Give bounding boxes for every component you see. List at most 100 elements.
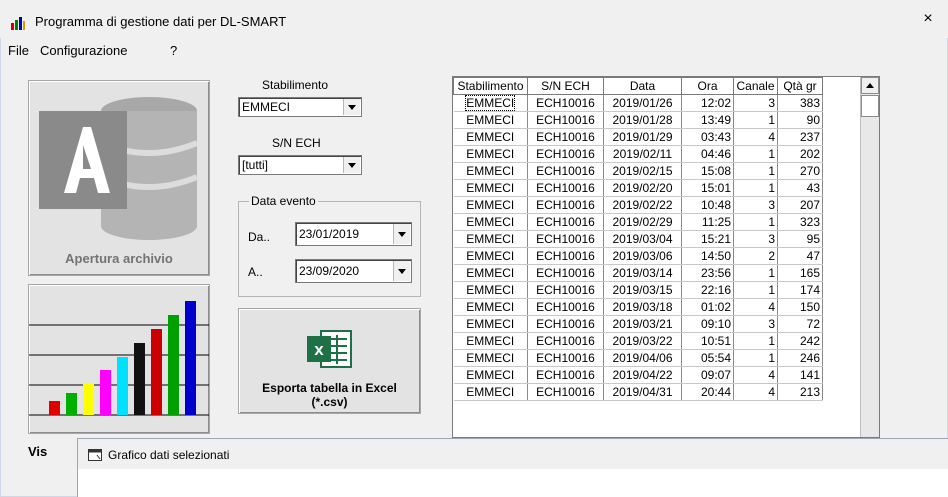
cell-qta: 174 [777, 281, 823, 299]
cell-data-text: 2019/04/31 [612, 385, 673, 399]
menu-file[interactable]: File [8, 43, 29, 58]
cell-ora: 10:48 [681, 196, 734, 214]
table-row[interactable]: EMMECI ECH10016 2019/03/04 15:21 3 95 [453, 230, 823, 248]
cell-canale-text: 1 [768, 181, 775, 195]
cell-qta-text: 90 [806, 113, 820, 127]
table-row[interactable]: EMMECI ECH10016 2019/03/18 01:02 4 150 [453, 298, 823, 316]
cell-stabilimento-text: EMMECI [466, 164, 515, 178]
table-row[interactable]: EMMECI ECH10016 2019/01/26 12:02 3 383 [453, 94, 823, 112]
close-icon[interactable]: × [918, 10, 938, 28]
cell-qta: 90 [777, 111, 823, 129]
cell-qta: 165 [777, 264, 823, 282]
cell-ora: 05:54 [681, 349, 734, 367]
sn-select[interactable]: [tutti] [238, 155, 362, 175]
cell-canale: 4 [733, 128, 778, 146]
table-row[interactable]: EMMECI ECH10016 2019/02/29 11:25 1 323 [453, 213, 823, 231]
show-chart-button[interactable] [28, 284, 210, 434]
column-header-stabilimento[interactable]: Stabilimento [453, 77, 528, 95]
table-row[interactable]: EMMECI ECH10016 2019/04/06 05:54 1 246 [453, 349, 823, 367]
cell-ora: 14:50 [681, 247, 734, 265]
chart-window[interactable]: Grafico dati selezionati [77, 438, 948, 497]
cell-stabilimento-text: EMMECI [466, 334, 515, 348]
cell-canale-text: 1 [768, 113, 775, 127]
cell-sn: ECH10016 [527, 315, 604, 333]
open-archive-button[interactable]: Apertura archivio [28, 80, 210, 276]
column-header-sn[interactable]: S/N ECH [527, 77, 604, 95]
scroll-up-icon[interactable] [861, 77, 879, 94]
menu-help[interactable]: ? [170, 43, 177, 58]
cell-sn: ECH10016 [527, 349, 604, 367]
cell-ora: 22:16 [681, 281, 734, 299]
data-table[interactable]: Stabilimento S/N ECH Data Ora Canale Qtà… [452, 76, 880, 438]
cell-sn: ECH10016 [527, 213, 604, 231]
table-row[interactable]: EMMECI ECH10016 2019/02/22 10:48 3 207 [453, 196, 823, 214]
date-from-picker[interactable]: 23/01/2019 [295, 222, 412, 246]
cell-sn: ECH10016 [527, 332, 604, 350]
table-row[interactable]: EMMECI ECH10016 2019/02/15 15:08 1 270 [453, 162, 823, 180]
cell-qta-text: 237 [799, 130, 820, 144]
chevron-down-icon[interactable] [393, 224, 410, 244]
chevron-down-icon[interactable] [343, 157, 360, 173]
cell-data: 2019/03/06 [603, 247, 682, 265]
column-header-qta[interactable]: Qtà gr [777, 77, 823, 95]
cell-stabilimento: EMMECI [453, 213, 528, 231]
table-row[interactable]: EMMECI ECH10016 2019/03/15 22:16 1 174 [453, 281, 823, 299]
column-header-data[interactable]: Data [603, 77, 682, 95]
table-row[interactable]: EMMECI ECH10016 2019/03/06 14:50 2 47 [453, 247, 823, 265]
cell-canale-text: 1 [768, 351, 775, 365]
cell-ora-text: 22:16 [700, 283, 731, 297]
cell-stabilimento-text: EMMECI [466, 283, 515, 297]
cell-stabilimento: EMMECI [453, 247, 528, 265]
cell-qta-text: 202 [799, 147, 820, 161]
cell-sn-text: ECH10016 [536, 385, 595, 399]
table-row[interactable]: EMMECI ECH10016 2019/03/14 23:56 1 165 [453, 264, 823, 282]
cell-canale-text: 4 [768, 300, 775, 314]
table-row[interactable]: EMMECI ECH10016 2019/01/28 13:49 1 90 [453, 111, 823, 129]
cell-qta-text: 242 [799, 334, 820, 348]
table-row[interactable]: EMMECI ECH10016 2019/03/22 10:51 1 242 [453, 332, 823, 350]
cell-data: 2019/02/22 [603, 196, 682, 214]
cell-canale: 4 [733, 383, 778, 401]
chart-bar [168, 315, 179, 415]
cell-qta: 72 [777, 315, 823, 333]
export-excel-button[interactable]: x Esporta tabella in Excel (*.csv) [238, 308, 421, 414]
scroll-thumb[interactable] [861, 95, 879, 117]
date-to-picker[interactable]: 23/09/2020 [295, 259, 412, 283]
cell-qta-text: 174 [799, 283, 820, 297]
stabilimento-value: EMMECI [242, 100, 290, 114]
table-scrollbar[interactable] [860, 77, 879, 437]
cell-canale-text: 3 [768, 232, 775, 246]
stabilimento-select[interactable]: EMMECI [238, 97, 362, 117]
cell-canale-text: 1 [768, 147, 775, 161]
table-row[interactable]: EMMECI ECH10016 2019/01/29 03:43 4 237 [453, 128, 823, 146]
cell-sn-text: ECH10016 [536, 96, 595, 110]
cell-canale-text: 2 [768, 249, 775, 263]
chevron-down-icon[interactable] [393, 261, 410, 281]
open-archive-label: Apertura archivio [65, 251, 173, 266]
menu-configurazione[interactable]: Configurazione [40, 43, 127, 58]
chevron-down-icon[interactable] [343, 99, 360, 115]
cell-stabilimento-text: EMMECI [466, 198, 515, 212]
cell-qta-text: 72 [806, 317, 820, 331]
chart-bar [66, 393, 77, 415]
table-row[interactable]: EMMECI ECH10016 2019/02/20 15:01 1 43 [453, 179, 823, 197]
column-header-canale[interactable]: Canale [733, 77, 778, 95]
cell-data: 2019/01/26 [603, 94, 682, 112]
cell-data-text: 2019/01/28 [612, 113, 673, 127]
cell-canale: 4 [733, 298, 778, 316]
table-row[interactable]: EMMECI ECH10016 2019/03/21 09:10 3 72 [453, 315, 823, 333]
cell-canale-text: 4 [768, 130, 775, 144]
cell-ora-text: 10:48 [700, 198, 731, 212]
table-row[interactable]: EMMECI ECH10016 2019/04/31 20:44 4 213 [453, 383, 823, 401]
table-row[interactable]: EMMECI ECH10016 2019/04/22 09:07 4 141 [453, 366, 823, 384]
chart-bar [134, 343, 145, 415]
cell-data-text: 2019/03/21 [612, 317, 673, 331]
table-row[interactable]: EMMECI ECH10016 2019/02/11 04:46 1 202 [453, 145, 823, 163]
column-header-ora[interactable]: Ora [681, 77, 734, 95]
cell-qta: 47 [777, 247, 823, 265]
cell-canale-text: 1 [768, 334, 775, 348]
cell-stabilimento: EMMECI [453, 315, 528, 333]
cell-canale: 1 [733, 332, 778, 350]
cell-sn: ECH10016 [527, 230, 604, 248]
cell-stabilimento: EMMECI [453, 162, 528, 180]
